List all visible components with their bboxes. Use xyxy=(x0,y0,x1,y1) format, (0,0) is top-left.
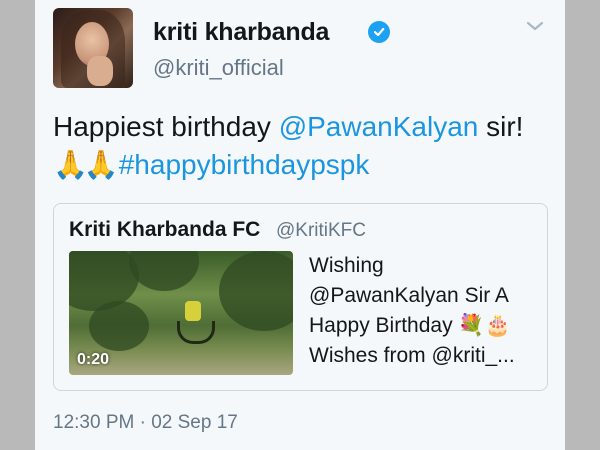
user-display-name[interactable]: kriti kharbanda xyxy=(153,18,329,47)
hashtag-link[interactable]: #happybirthdaypspk xyxy=(119,149,370,180)
quoted-text-line: Wishing xyxy=(309,254,384,277)
user-handle[interactable]: @kriti_official xyxy=(153,55,284,81)
rider xyxy=(185,301,201,321)
praying-hands-emoji: 🙏🙏 xyxy=(53,149,119,180)
chevron-down-icon[interactable] xyxy=(525,18,545,34)
verified-badge-icon xyxy=(368,21,390,43)
tweet-text: Happiest birthday @PawanKalyan sir! 🙏🙏 #h… xyxy=(53,108,553,184)
quoted-tweet[interactable]: Kriti Kharbanda FC @KritiKFC 0:20 Wishin… xyxy=(53,203,548,391)
video-thumbnail[interactable]: 0:20 xyxy=(69,251,293,375)
tweet-text-prefix: Happiest birthday xyxy=(53,111,279,142)
quoted-text-line: Wishes from @kriti_... xyxy=(309,344,515,367)
quoted-tweet-text: Wishing @PawanKalyan Sir A Happy Birthda… xyxy=(309,251,541,371)
bicycle xyxy=(177,321,215,344)
quoted-user-handle[interactable]: @KritiKFC xyxy=(276,220,366,242)
video-duration: 0:20 xyxy=(77,351,110,368)
tweet-card: kriti kharbanda @kriti_official Happiest… xyxy=(35,0,565,450)
tweet-text-suffix: sir! xyxy=(478,111,524,142)
tweet-timestamp[interactable]: 12:30 PM · 02 Sep 17 xyxy=(53,412,238,434)
quoted-user-name[interactable]: Kriti Kharbanda FC xyxy=(69,218,260,242)
quoted-text-line: Happy Birthday 💐🎂 xyxy=(309,314,511,337)
user-avatar[interactable] xyxy=(53,8,133,88)
quoted-text-line: @PawanKalyan Sir A xyxy=(309,284,509,307)
mention-link[interactable]: @PawanKalyan xyxy=(279,111,479,142)
